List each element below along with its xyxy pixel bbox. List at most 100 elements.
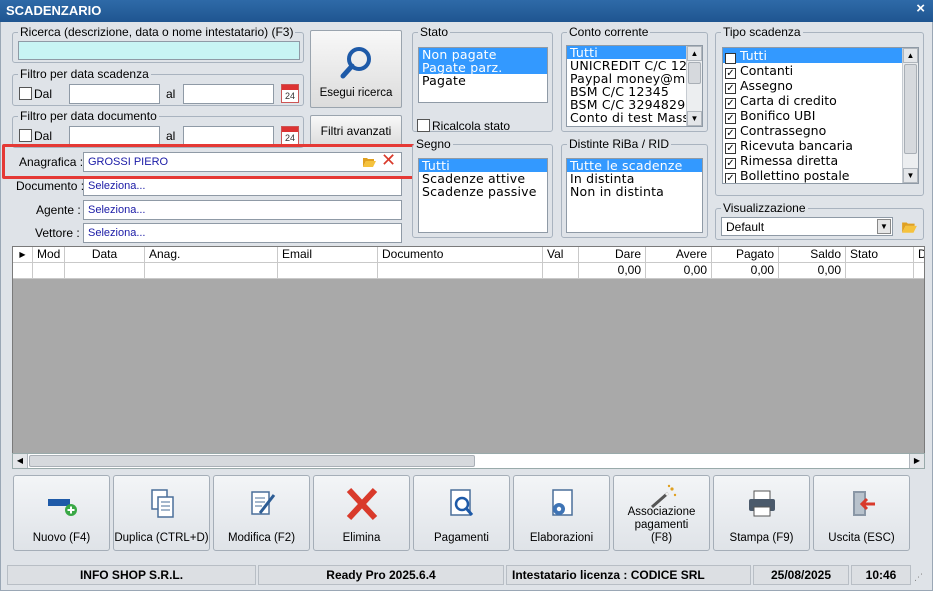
visualizzazione-value: Default <box>726 220 765 234</box>
search-document-icon <box>449 489 473 516</box>
tipo-item[interactable]: ✓ Bonifico UBI <box>723 108 918 124</box>
column-header[interactable]: Mod <box>33 247 65 263</box>
scroll-up-icon[interactable]: ▲ <box>687 46 702 61</box>
filtro-documento-dal-label: Dal <box>34 129 53 143</box>
segno-item[interactable]: Scadenze passive <box>419 185 547 198</box>
conto-scrollbar[interactable]: ▲ ▼ <box>686 46 702 126</box>
checkbox-checked-icon: ✓ <box>725 173 736 184</box>
tipo-scrollbar[interactable]: ▲ ▼ <box>902 48 918 183</box>
filtri-avanzati-button[interactable]: Filtri avanzati <box>310 115 402 147</box>
tipo-item[interactable]: ✓ Bollettino postale <box>723 168 918 183</box>
duplica-button[interactable]: Duplica (CTRL+D) <box>113 475 210 551</box>
conto-list[interactable]: Tutti UNICREDIT C/C 123 Paypal money@mio… <box>566 45 703 127</box>
stato-title: Stato <box>418 25 451 39</box>
distinte-item[interactable]: Non in distinta <box>567 185 702 198</box>
clear-icon[interactable]: ✕ <box>381 150 396 170</box>
resize-grip-icon[interactable]: ⋰ <box>914 572 923 583</box>
modifica-button[interactable]: Modifica (F2) <box>213 475 310 551</box>
chevron-down-icon[interactable]: ▼ <box>877 219 891 234</box>
duplica-label: Duplica (CTRL+D) <box>114 532 209 544</box>
visualizzazione-group: Visualizzazione Default ▼ <box>715 201 924 240</box>
scroll-thumb[interactable] <box>904 64 917 154</box>
filtro-documento-dal-input[interactable] <box>69 126 160 146</box>
agente-field[interactable]: Seleziona... <box>83 200 402 220</box>
calendar-icon[interactable]: 24 <box>281 126 299 145</box>
column-header[interactable]: Dare <box>579 247 646 263</box>
magnifier-icon <box>340 47 371 79</box>
documento-label: Documento : <box>16 179 85 193</box>
calendar-icon[interactable]: 24 <box>281 84 299 103</box>
ricalcola-stato-checkbox[interactable] <box>417 119 430 132</box>
column-header[interactable]: D <box>914 247 924 263</box>
stampa-button[interactable]: Stampa (F9) <box>713 475 810 551</box>
folder-open-icon[interactable] <box>901 219 918 234</box>
tipo-item[interactable]: ✓ Contanti <box>723 63 918 79</box>
column-header[interactable]: Stato <box>846 247 914 263</box>
uscita-button[interactable]: Uscita (ESC) <box>813 475 910 551</box>
vettore-field[interactable]: Seleziona... <box>83 223 402 243</box>
column-header[interactable]: Saldo <box>779 247 846 263</box>
edit-icon <box>250 491 275 515</box>
scroll-down-icon[interactable]: ▼ <box>687 111 702 126</box>
stato-item[interactable]: Pagate <box>419 74 547 87</box>
nuovo-button[interactable]: Nuovo (F4) <box>13 475 110 551</box>
scroll-thumb[interactable] <box>688 62 701 84</box>
anagrafica-field[interactable]: GROSSI PIERO <box>83 152 402 172</box>
new-record-icon <box>47 499 77 516</box>
scroll-thumb[interactable] <box>29 455 475 467</box>
segno-list[interactable]: Tutti Scadenze attive Scadenze passive <box>418 158 548 233</box>
scroll-up-icon[interactable]: ▲ <box>903 48 918 63</box>
filtro-scadenza-dal-input[interactable] <box>69 84 160 104</box>
visualizzazione-select[interactable]: Default ▼ <box>721 217 893 236</box>
filtro-documento-al-label: al <box>166 129 176 143</box>
filtro-scadenza-al-input[interactable] <box>183 84 274 104</box>
documento-field[interactable]: Seleziona... <box>83 176 402 196</box>
status-time: 10:46 <box>851 565 911 585</box>
tipo-item[interactable]: ✓ Rimessa diretta <box>723 153 918 169</box>
delete-icon <box>346 487 377 521</box>
folder-open-icon[interactable] <box>362 155 377 168</box>
grid-hscrollbar[interactable]: ◀ ▶ <box>12 453 925 469</box>
scroll-left-icon[interactable]: ◀ <box>13 454 28 468</box>
scadenze-grid[interactable]: ▶ Mod Data Anag. Email Documento Val Dar… <box>12 246 925 469</box>
distinte-list[interactable]: Tutte le scadenze In distinta Non in dis… <box>566 158 703 233</box>
status-product: Ready Pro 2025.6.4 <box>258 565 504 585</box>
esegui-ricerca-button[interactable]: Esegui ricerca <box>310 30 402 108</box>
column-header[interactable]: Val <box>543 247 579 263</box>
column-header[interactable]: Email <box>278 247 378 263</box>
tipo-list[interactable]: ✓ Tutti ✓ Contanti ✓ Assegno ✓ Carta di cred… <box>722 47 919 184</box>
tipo-item[interactable]: ✓ Tutti <box>723 48 918 64</box>
scroll-right-icon[interactable]: ▶ <box>909 454 924 468</box>
stampa-label: Stampa (F9) <box>729 532 794 544</box>
visualizzazione-title: Visualizzazione <box>721 201 808 215</box>
status-date: 25/08/2025 <box>753 565 849 585</box>
search-input[interactable] <box>18 41 300 60</box>
tipo-item[interactable]: ✓ Assegno <box>723 78 918 94</box>
exit-door-icon <box>852 491 875 516</box>
close-icon[interactable]: × <box>916 1 925 16</box>
conto-item[interactable]: Conto di test Massim <box>567 111 702 124</box>
tipo-item[interactable]: ✓ Carta di credito <box>723 93 918 109</box>
tipo-item[interactable]: ✓ Contrassegno <box>723 123 918 139</box>
filtro-scadenza-group: Filtro per data scadenza Dal al 24 <box>12 67 304 106</box>
column-header[interactable]: Avere <box>646 247 712 263</box>
pagamenti-button[interactable]: Pagamenti <box>413 475 510 551</box>
tipo-item[interactable]: ✓ Ricevuta bancaria <box>723 138 918 154</box>
filtro-scadenza-checkbox[interactable] <box>19 87 32 100</box>
stato-list[interactable]: Non pagate Pagate parz. Pagate <box>418 47 548 103</box>
filtro-scadenza-dal-label: Dal <box>34 87 53 101</box>
scroll-down-icon[interactable]: ▼ <box>903 168 918 183</box>
filtro-documento-checkbox[interactable] <box>19 129 32 142</box>
elaborazioni-button[interactable]: Elaborazioni <box>513 475 610 551</box>
associazione-button[interactable]: Associazione pagamenti (F8) <box>613 475 710 551</box>
column-header[interactable]: Anag. <box>145 247 278 263</box>
column-header[interactable]: Documento <box>378 247 543 263</box>
column-header[interactable]: Pagato <box>712 247 779 263</box>
filtro-documento-al-input[interactable] <box>183 126 274 146</box>
elimina-button[interactable]: Elimina <box>313 475 410 551</box>
column-header[interactable]: Data <box>65 247 145 263</box>
status-license: Intestatario licenza : CODICE SRL <box>506 565 751 585</box>
anagrafica-value: GROSSI PIERO <box>88 156 169 168</box>
esegui-ricerca-label: Esegui ricerca <box>319 87 393 99</box>
nuovo-label: Nuovo (F4) <box>32 532 91 544</box>
